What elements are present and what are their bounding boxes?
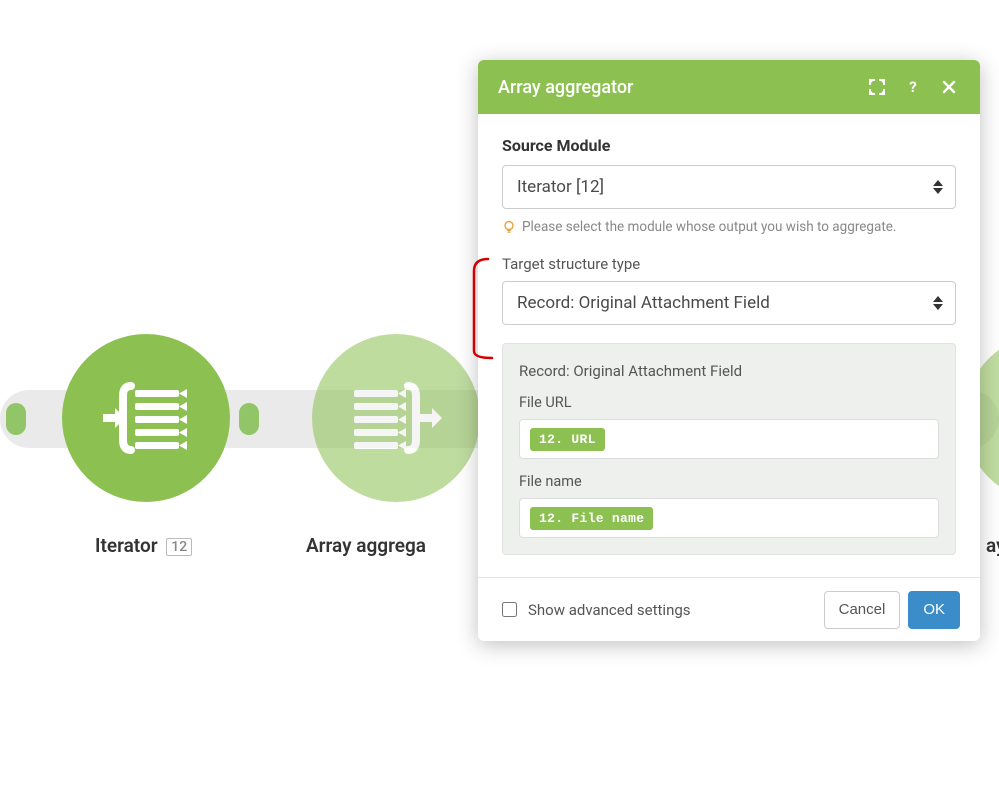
show-advanced-checkbox[interactable]	[502, 602, 517, 617]
hint-text: Please select the module whose output yo…	[522, 219, 896, 235]
mapping-group: Record: Original Attachment Field File U…	[502, 343, 956, 555]
target-structure-select[interactable]: Record: Original Attachment Field	[502, 281, 956, 325]
node-aggregator-right-label-partial: ay	[986, 534, 999, 557]
source-module-label: Source Module	[502, 136, 956, 155]
source-module-select[interactable]: Iterator [12]	[502, 165, 956, 209]
panel-body: Source Module Iterator [12] Please selec…	[478, 114, 980, 577]
help-icon[interactable]: ?	[902, 76, 924, 98]
connector-stub-mid	[239, 403, 259, 435]
annotation-bracket	[468, 257, 494, 361]
ok-button[interactable]: OK	[908, 591, 960, 629]
module-id-badge: 12	[166, 538, 192, 556]
mapping-pill-url[interactable]: 12. URL	[530, 428, 605, 451]
panel-title: Array aggregator	[498, 77, 852, 98]
field-file-name-input[interactable]: 12. File name	[519, 498, 939, 538]
source-module-value: Iterator [12]	[517, 177, 604, 197]
close-icon[interactable]	[938, 76, 960, 98]
field-file-url-label: File URL	[519, 394, 939, 411]
mapping-pill-filename[interactable]: 12. File name	[530, 507, 653, 530]
expand-icon[interactable]	[866, 76, 888, 98]
show-advanced-label: Show advanced settings	[528, 601, 691, 619]
config-panel: Array aggregator ? Source Module Iterato…	[478, 60, 980, 641]
target-structure-value: Record: Original Attachment Field	[517, 293, 770, 313]
field-file-name: File name 12. File name	[519, 473, 939, 538]
lightbulb-icon	[502, 220, 516, 234]
aggregator-icon	[348, 378, 444, 458]
cancel-button[interactable]: Cancel	[824, 591, 901, 629]
node-array-aggregator[interactable]	[312, 334, 480, 502]
node-aggregator-label: Array aggrega	[306, 534, 426, 557]
select-caret-icon	[933, 296, 943, 310]
select-caret-icon	[933, 180, 943, 194]
node-iterator-label: Iterator 12	[95, 534, 192, 557]
iterator-icon	[101, 378, 191, 458]
group-title: Record: Original Attachment Field	[519, 362, 939, 380]
label-text: Iterator	[95, 534, 158, 557]
field-file-url-input[interactable]: 12. URL	[519, 419, 939, 459]
panel-header[interactable]: Array aggregator ?	[478, 60, 980, 114]
scenario-canvas[interactable]: Iterator 12	[0, 0, 999, 798]
panel-footer: Show advanced settings Cancel OK	[478, 577, 980, 641]
svg-text:?: ?	[909, 79, 916, 95]
connector-stub-left	[6, 403, 26, 435]
field-file-name-label: File name	[519, 473, 939, 490]
source-module-hint: Please select the module whose output yo…	[502, 219, 956, 235]
node-iterator[interactable]	[62, 334, 230, 502]
show-advanced-row[interactable]: Show advanced settings	[498, 599, 816, 620]
field-file-url: File URL 12. URL	[519, 394, 939, 459]
target-structure-label: Target structure type	[502, 255, 956, 273]
